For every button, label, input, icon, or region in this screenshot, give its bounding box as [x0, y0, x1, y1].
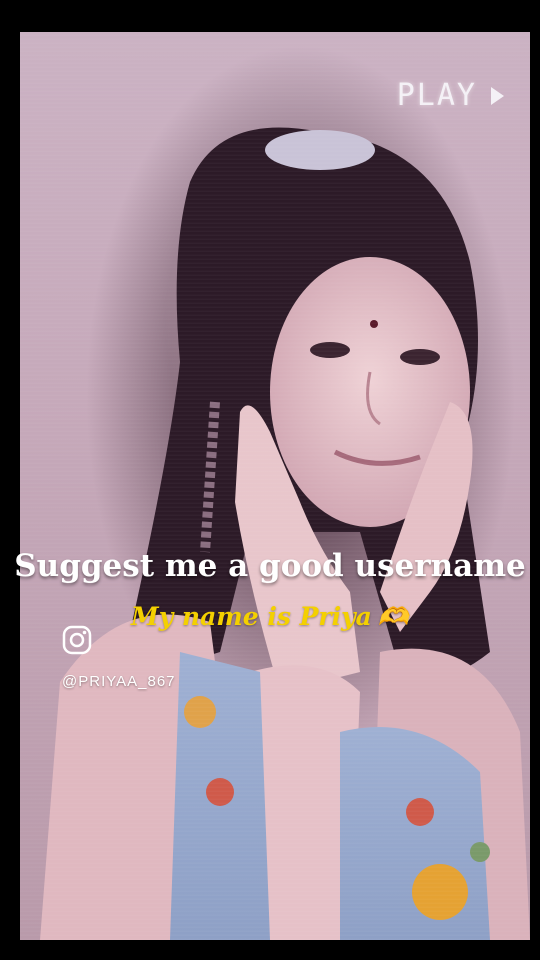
heart-hands-icon: 🫶	[377, 602, 409, 631]
instagram-handle[interactable]: @PRIYAA_867	[62, 673, 176, 690]
instagram-icon[interactable]	[62, 625, 92, 655]
portrait-photo	[40, 127, 530, 940]
play-label: PLAY	[396, 78, 477, 113]
play-triangle-icon	[491, 86, 504, 105]
play-indicator: PLAY	[397, 78, 504, 113]
caption-headline: Suggest me a good username	[14, 548, 526, 584]
subline-text: My name is Priya	[131, 602, 372, 631]
video-frame[interactable]	[20, 32, 530, 940]
